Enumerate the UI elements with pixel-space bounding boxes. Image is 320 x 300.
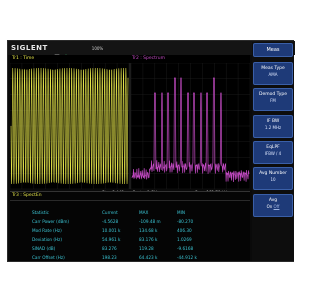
stats-divider (10, 200, 250, 201)
wifi-icon (72, 45, 78, 60)
row-max: 83.176 k (139, 237, 158, 242)
row-current: 198.23 (102, 255, 117, 260)
row-min: -80.270 (177, 219, 194, 224)
battery-icon (80, 45, 87, 59)
trace-1-label[interactable]: Tr1 : Time (12, 55, 34, 63)
status-icons: 100% (54, 45, 104, 60)
demod-type-title: Demod Type (259, 92, 287, 97)
header-min: MIN (177, 210, 185, 215)
avg-softkey[interactable]: Avg On Off (253, 194, 293, 217)
demod-type-value: FM (270, 98, 276, 103)
row-max: -109.48 m (139, 219, 161, 224)
lan-icon (54, 45, 60, 60)
statistics-table: Statistic Current MAX MIN Carr Power (dB… (32, 208, 217, 262)
eq-lpf-title: EqLPF (266, 145, 280, 150)
row-current: 54.961 k (102, 237, 121, 242)
avg-title: Avg (268, 198, 278, 203)
header-current: Current (102, 210, 118, 215)
row-min: 1.0269 (177, 237, 192, 242)
meas-type-title: Meas Type (261, 66, 285, 71)
trace-2-label[interactable]: Tr2 : Spectrum (132, 55, 165, 63)
avg-number-softkey[interactable]: Avg Number 10 (253, 167, 293, 190)
statistics-panel: Tr3 : SpectEn Statistic Current MAX MIN … (10, 191, 250, 261)
softkey-panel: Meas Meas Type AMA Demod Type FM IF BW 1… (252, 42, 294, 261)
avg-number-title: Avg Number (259, 171, 287, 176)
table-row: SINAD (dB) 83.276 119.28 -9.6168 (32, 244, 217, 253)
row-label: Mod Rate (Hz) (32, 228, 62, 233)
avg-off-option[interactable]: Off (274, 204, 280, 209)
stats-panel-title: Tr3 : SpectEn (12, 193, 42, 198)
row-max: 119.28 (139, 246, 154, 251)
row-label: Carr Offset (Hz) (32, 255, 65, 260)
avg-on-option[interactable]: On (267, 204, 273, 209)
meas-softkey[interactable]: Meas (253, 43, 293, 57)
if-bw-value: 1.2 MHz (264, 125, 282, 130)
eq-lpf-softkey[interactable]: EqLPF IFBW / 4 (253, 141, 293, 164)
header-statistic: Statistic (32, 210, 49, 215)
avg-number-value: 10 (270, 177, 276, 182)
row-min: -9.6168 (177, 246, 194, 251)
row-current: 10.001 k (102, 228, 121, 233)
row-current: 83.276 (102, 246, 117, 251)
meas-type-softkey[interactable]: Meas Type AMA (253, 62, 293, 85)
row-current: -4.5628 (102, 219, 119, 224)
analyzer-screen: SIGLENT 100% Tr1 : Time Tr2 : Spectrum T… (7, 40, 295, 262)
row-label: Deviation (Hz) (32, 237, 62, 242)
row-label: Carr Power (dBm) (32, 219, 70, 224)
header-max: MAX (139, 210, 149, 215)
trace-display[interactable]: Tr1 : Time Tr2 : Spectrum Stop 2.448 ms … (10, 55, 250, 195)
row-min: -44.912 k (177, 255, 197, 260)
meas-type-value: AMA (268, 72, 278, 77)
siglent-logo: SIGLENT (11, 44, 48, 52)
table-row: Mod Rate (Hz) 10.001 k 134.68 k 406.30 (32, 226, 217, 235)
table-row: Carr Power (dBm) -4.5628 -109.48 m -80.2… (32, 217, 217, 226)
eq-lpf-value: IFBW / 4 (264, 151, 282, 156)
row-min: 406.30 (177, 228, 192, 233)
battery-level: 100% (91, 45, 104, 51)
table-header-row: Statistic Current MAX MIN (32, 208, 217, 217)
table-row: Deviation (Hz) 54.961 k 83.176 k 1.0269 (32, 235, 217, 244)
row-max: 134.68 k (139, 228, 158, 233)
meas-label: Meas (266, 47, 280, 53)
if-bw-softkey[interactable]: IF BW 1.2 MHz (253, 115, 293, 138)
row-max: 64.423 k (139, 255, 158, 260)
row-label: SINAD (dB) (32, 246, 56, 251)
table-row: Carr Offset (Hz) 198.23 64.423 k -44.912… (32, 253, 217, 262)
demod-type-softkey[interactable]: Demod Type FM (253, 88, 293, 111)
avg-toggle[interactable]: On Off (254, 204, 292, 210)
trace-plot (10, 63, 250, 189)
if-bw-title: IF BW (266, 119, 280, 124)
usb-icon (63, 45, 69, 60)
